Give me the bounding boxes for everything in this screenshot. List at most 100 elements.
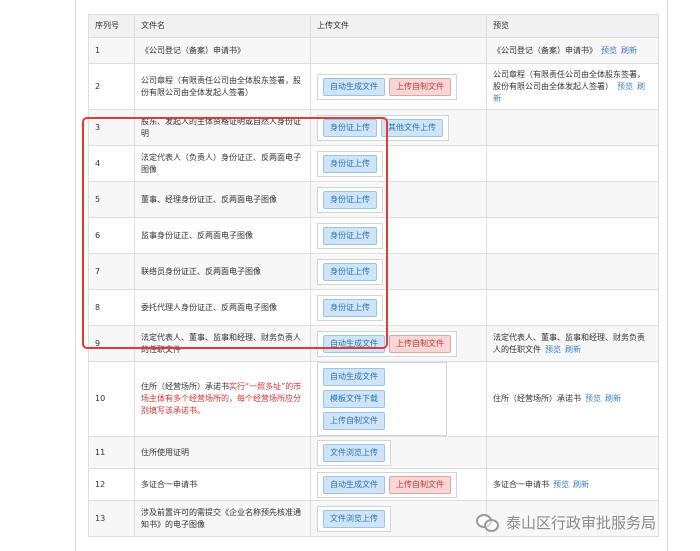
row-preview: 住所（经营场所）承诺书 预览 刷新 (486, 361, 659, 437)
row-seq: 11 (88, 436, 135, 469)
row-file-name: 公司章程（有限责任公司由全体股东签署，股份有限公司由全体发起人签署） (134, 63, 311, 110)
preview-link[interactable]: 预览 (553, 480, 569, 489)
row-preview (486, 436, 659, 469)
row-preview (486, 109, 659, 146)
upload-button[interactable]: 身份证上传 (323, 226, 377, 245)
row-file-name: 董事、经理身份证正、反两面电子图像 (134, 181, 311, 218)
refresh-link[interactable]: 刷新 (605, 394, 621, 403)
button-group: 文件浏览上传 (317, 505, 391, 532)
button-group: 自动生成文件 上传自制文件 (317, 471, 457, 498)
preview-text: 住所（经营场所）承诺书 (493, 394, 581, 403)
preview-link[interactable]: 预览 (601, 46, 617, 55)
row-file-name: 涉及前置许可的需提交《企业名称预先核准通知书》的电子图像 (134, 500, 311, 537)
row-upload: 自动生成文件模板文件下载上传自制文件 (310, 361, 487, 437)
row-file-name: 法定代表人、董事、监事和经理、财务负责人的任职文件 (134, 325, 311, 362)
row-preview: 公司章程（有限责任公司由全体股东签署，股份有限公司由全体发起人签署） 预览 刷新 (486, 63, 659, 110)
row-seq: 8 (88, 289, 135, 326)
table-row: 7 联络员身份证正、反两面电子图像 身份证上传 (88, 253, 659, 290)
preview-text: 多证合一申请书 (493, 479, 549, 489)
table-row: 11 住所使用证明 文件浏览上传 (88, 436, 659, 469)
table-row: 2 公司章程（有限责任公司由全体股东签署，股份有限公司由全体发起人签署） 自动生成文… (88, 63, 659, 110)
row-upload: 身份证上传 其他文件上传 (310, 109, 487, 146)
table-row: 9 法定代表人、董事、监事和经理、财务负责人的任职文件 自动生成文件 上传自制文件 法定… (88, 325, 659, 362)
row-seq: 7 (88, 253, 135, 290)
row-file-name: 股东、发起人的主体资格证明或自然人身份证明 (134, 109, 311, 146)
row-upload: 自动生成文件 上传自制文件 (310, 325, 487, 362)
upload-button[interactable]: 身份证上传 (323, 190, 377, 209)
row-seq: 9 (88, 325, 135, 362)
preview-link[interactable]: 预览 (545, 345, 561, 354)
header-name: 文件名 (134, 14, 311, 38)
row-upload: 文件浏览上传 (310, 500, 487, 537)
row-seq: 1 (88, 37, 135, 64)
refresh-link[interactable]: 刷新 (565, 345, 581, 354)
row-upload: 自动生成文件 上传自制文件 (310, 63, 487, 110)
refresh-link[interactable]: 刷新 (621, 46, 637, 55)
table-row: 8 委托代理人身份证正、反两面电子图像 身份证上传 (88, 289, 659, 326)
row-upload: 身份证上传 (310, 181, 487, 218)
preview-text: 《公司登记（备案）申请书》 (493, 45, 597, 55)
button-group: 身份证上传 (317, 150, 383, 177)
upload-button[interactable]: 上传自制文件 (389, 77, 451, 96)
row-seq: 13 (88, 500, 135, 537)
row-preview: 多证合一申请书 预览 刷新 (486, 468, 659, 501)
row-upload: 文件浏览上传 (310, 436, 487, 469)
upload-button[interactable]: 模板文件下载 (323, 390, 385, 408)
button-group: 自动生成文件 上传自制文件 (317, 330, 457, 357)
row-upload: 身份证上传 (310, 253, 487, 290)
button-group: 自动生成文件模板文件下载上传自制文件 (317, 362, 447, 436)
watermark: 泰山区行政审批服务局 (476, 508, 691, 536)
preview-link[interactable]: 预览 (585, 394, 601, 403)
upload-button[interactable]: 身份证上传 (323, 298, 377, 317)
upload-button[interactable]: 身份证上传 (323, 154, 377, 173)
row-file-name: 委托代理人身份证正、反两面电子图像 (134, 289, 311, 326)
table-header-row: 序列号 文件名 上传文件 预览 (88, 14, 659, 38)
row-seq: 2 (88, 63, 135, 110)
upload-button[interactable]: 文件浏览上传 (323, 443, 385, 462)
row-preview (486, 181, 659, 218)
row-upload: 身份证上传 (310, 289, 487, 326)
upload-button[interactable]: 上传自制文件 (323, 412, 385, 430)
row-preview (486, 289, 659, 326)
header-seq: 序列号 (88, 14, 135, 38)
button-group: 身份证上传 (317, 222, 383, 249)
table-row: 6 监事身份证正、反两面电子图像 身份证上传 (88, 217, 659, 254)
upload-table: 序列号 文件名 上传文件 预览 1 《公司登记（备案）申请书》 《公司登记（备案）申… (88, 14, 659, 537)
table-row: 3 股东、发起人的主体资格证明或自然人身份证明 身份证上传 其他文件上传 (88, 109, 659, 146)
upload-button[interactable]: 文件浏览上传 (323, 509, 385, 528)
row-file-name: 法定代表人（负责人）身份证正、反两面电子图像 (134, 145, 311, 182)
row-file-name: 联络员身份证正、反两面电子图像 (134, 253, 311, 290)
row-file-name: 监事身份证正、反两面电子图像 (134, 217, 311, 254)
button-group: 文件浏览上传 (317, 439, 391, 466)
row-preview (486, 217, 659, 254)
upload-button[interactable]: 自动生成文件 (323, 475, 385, 494)
table-row: 4 法定代表人（负责人）身份证正、反两面电子图像 身份证上传 (88, 145, 659, 182)
row-seq: 6 (88, 217, 135, 254)
upload-button[interactable]: 身份证上传 (323, 262, 377, 281)
row-preview (486, 253, 659, 290)
button-group: 身份证上传 (317, 186, 383, 213)
upload-button[interactable]: 自动生成文件 (323, 368, 385, 386)
row-file-name: 住所使用证明 (134, 436, 311, 469)
header-upload: 上传文件 (310, 14, 487, 38)
upload-button[interactable]: 其他文件上传 (381, 118, 443, 137)
preview-link[interactable]: 预览 (617, 82, 633, 91)
row-preview: 《公司登记（备案）申请书》 预览 刷新 (486, 37, 659, 64)
row-file-name: 多证合一申请书 (134, 468, 311, 501)
upload-button[interactable]: 自动生成文件 (323, 334, 385, 353)
row-upload: 身份证上传 (310, 217, 487, 254)
upload-button[interactable]: 上传自制文件 (389, 334, 451, 353)
upload-button[interactable]: 自动生成文件 (323, 77, 385, 96)
refresh-link[interactable]: 刷新 (573, 480, 589, 489)
row-preview (486, 145, 659, 182)
upload-button[interactable]: 身份证上传 (323, 118, 377, 137)
table-row: 1 《公司登记（备案）申请书》 《公司登记（备案）申请书》 预览 刷新 (88, 37, 659, 64)
row-preview: 法定代表人、董事、监事和经理、财务负责人的任职文件 预览 刷新 (486, 325, 659, 362)
wechat-icon (476, 512, 502, 532)
row-seq: 4 (88, 145, 135, 182)
table-row: 10 住所（经营场所）承诺书实行“一照多址”的市场主体有多个经营场所的，每个经营场… (88, 361, 659, 437)
upload-button[interactable]: 上传自制文件 (389, 475, 451, 494)
table-row: 12 多证合一申请书 自动生成文件 上传自制文件 多证合一申请书 预览 刷新 (88, 468, 659, 501)
table-row: 5 董事、经理身份证正、反两面电子图像 身份证上传 (88, 181, 659, 218)
button-group: 身份证上传 (317, 294, 383, 321)
